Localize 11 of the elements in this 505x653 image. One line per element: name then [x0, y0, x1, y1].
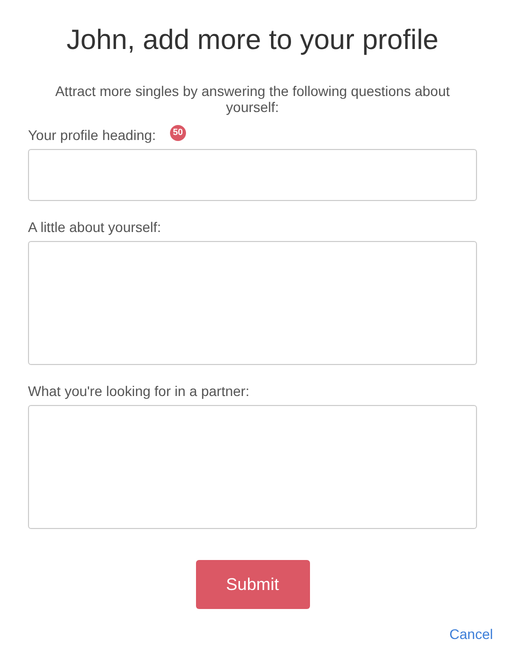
text-area-field[interactable] — [28, 241, 477, 365]
submit-button[interactable]: Submit — [196, 560, 310, 609]
text-input-field[interactable] — [28, 149, 477, 201]
intro-text: Attract more singles by answering the following questions about yourself: — [54, 83, 451, 115]
page-title: John, add more to your profile — [66, 23, 440, 57]
cancel-link[interactable]: Cancel — [449, 624, 493, 645]
text-area-field[interactable] — [28, 405, 477, 529]
field-label: What you're looking for in a partner: — [28, 383, 250, 399]
field-label: Your profile heading: — [28, 127, 156, 143]
field-label: A little about yourself: — [28, 219, 162, 235]
character-counter-badge: 50 — [170, 125, 186, 141]
